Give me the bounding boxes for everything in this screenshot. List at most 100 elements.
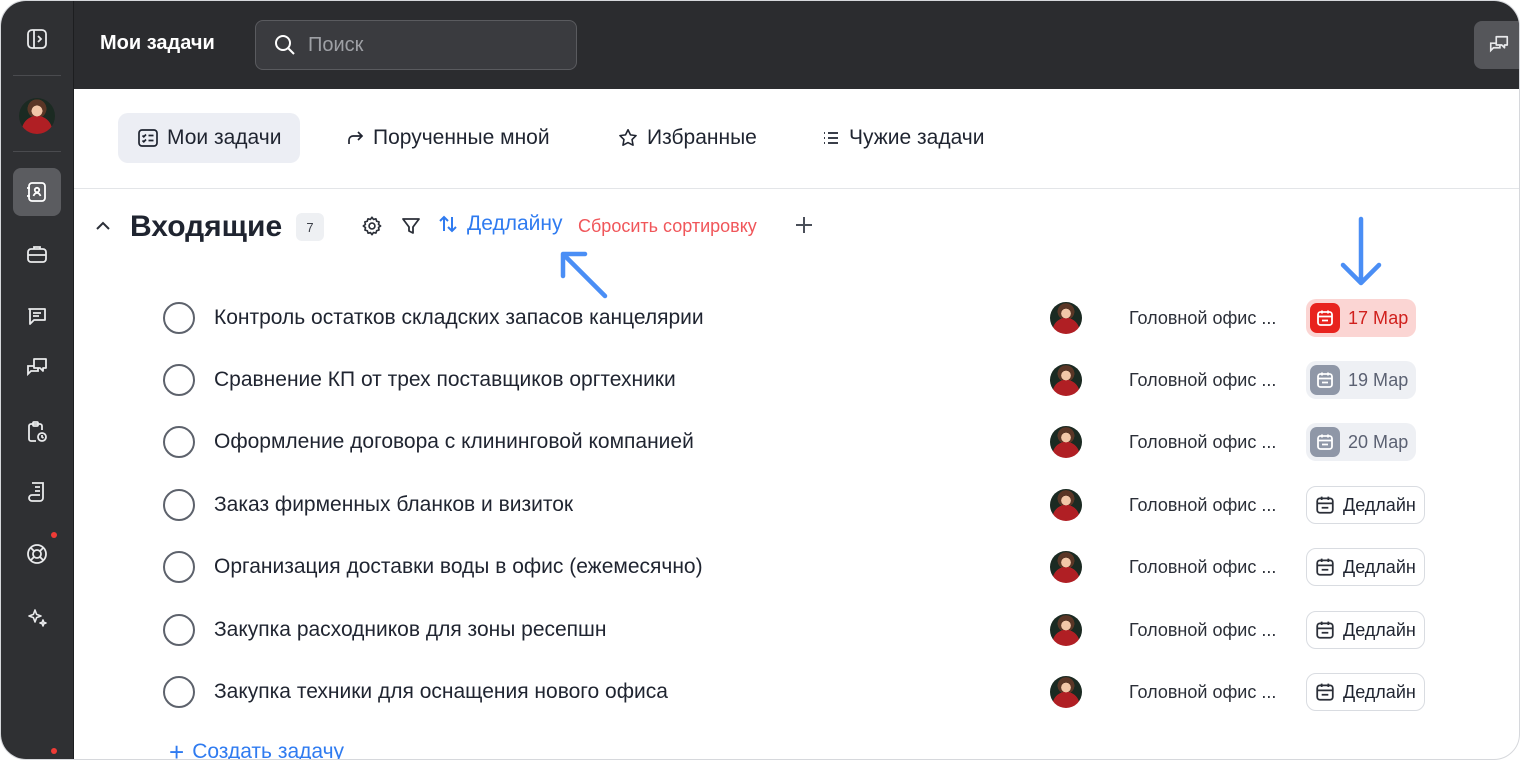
task-title[interactable]: Сравнение КП от трех поставщиков оргтехн… — [214, 368, 676, 392]
annotation-arrow-icon — [1340, 216, 1382, 286]
sidebar-toggle-icon[interactable] — [13, 15, 61, 63]
deadline-label: Дедлайн — [1343, 619, 1416, 640]
forward-arrow-icon — [348, 131, 364, 144]
task-row[interactable]: Закупка расходников для зоны ресепшн Гол… — [74, 600, 1519, 662]
task-title[interactable]: Закупка техники для оснащения нового офи… — [214, 680, 668, 704]
document-icon[interactable] — [13, 468, 61, 516]
top-bar: Мои задачи — [74, 1, 1519, 89]
calendar-icon — [1315, 495, 1335, 515]
clipboard-clock-icon[interactable] — [13, 408, 61, 456]
task-project[interactable]: Головной офис ... — [1129, 432, 1276, 453]
task-title[interactable]: Организация доставки воды в офис (ежемес… — [214, 555, 703, 579]
chat-window-icon[interactable] — [1474, 21, 1519, 69]
tab-others-tasks[interactable]: Чужие задачи — [802, 113, 1003, 163]
task-project[interactable]: Головной офис ... — [1129, 620, 1276, 641]
tab-my-tasks[interactable]: Мои задачи — [118, 113, 301, 163]
tab-label: Избранные — [647, 126, 757, 149]
calendar-icon — [1310, 365, 1340, 395]
deadline-chip[interactable]: Дедлайн — [1306, 611, 1425, 649]
task-row[interactable]: Закупка техники для оснащения нового офи… — [74, 662, 1519, 724]
tab-label: Чужие задачи — [849, 126, 985, 149]
deadline-label: 19 Мар — [1348, 369, 1409, 390]
briefcase-icon[interactable] — [13, 230, 61, 278]
task-row[interactable]: Оформление договора с клининговой компан… — [74, 412, 1519, 474]
task-count-badge: 7 — [296, 213, 324, 241]
complete-checkbox[interactable] — [163, 614, 195, 646]
tab-bar: Мои задачи Порученные мной Избранные Чуж… — [74, 89, 1519, 189]
tab-label: Порученные мной — [373, 126, 550, 149]
complete-checkbox[interactable] — [163, 489, 195, 521]
app-window: Мои задачи Мои задачи Порученные мной Из… — [0, 0, 1520, 760]
star-icon — [619, 128, 637, 146]
left-rail — [1, 1, 74, 759]
notification-dot — [51, 532, 57, 538]
task-title[interactable]: Контроль остатков складских запасов канц… — [214, 306, 704, 330]
complete-checkbox[interactable] — [163, 426, 195, 458]
complete-checkbox[interactable] — [163, 364, 195, 396]
sort-arrows-icon — [439, 215, 457, 233]
task-title[interactable]: Оформление договора с клининговой компан… — [214, 430, 694, 454]
tab-assigned-by-me[interactable]: Порученные мной — [326, 113, 569, 163]
tab-favorites[interactable]: Избранные — [598, 113, 776, 163]
task-project[interactable]: Головной офис ... — [1129, 682, 1276, 703]
complete-checkbox[interactable] — [163, 302, 195, 334]
create-task-label: Создать задачу — [192, 740, 345, 760]
reset-sort-link[interactable]: Сбросить сортировку — [578, 216, 757, 237]
deadline-chip[interactable]: Дедлайн — [1306, 486, 1425, 524]
tasks-icon — [138, 129, 158, 147]
complete-checkbox[interactable] — [163, 551, 195, 583]
chevron-up-icon[interactable] — [93, 216, 113, 236]
task-row[interactable]: Контроль остатков складских запасов канц… — [74, 288, 1519, 350]
task-row[interactable]: Организация доставки воды в офис (ежемес… — [74, 537, 1519, 599]
deadline-chip[interactable]: Дедлайн — [1306, 548, 1425, 586]
task-title[interactable]: Заказ фирменных бланков и визиток — [214, 493, 573, 517]
deadline-chip[interactable]: 17 Мар — [1306, 299, 1417, 337]
assignee-avatar[interactable] — [1050, 302, 1082, 334]
assignee-avatar[interactable] — [1050, 551, 1082, 583]
tasks-nav-icon[interactable] — [13, 168, 61, 216]
chat-icon[interactable] — [13, 292, 61, 340]
search-box[interactable] — [255, 20, 577, 70]
task-project[interactable]: Головной офис ... — [1129, 557, 1276, 578]
rail-divider — [13, 75, 61, 76]
plus-icon[interactable] — [793, 214, 815, 236]
task-row[interactable]: Сравнение КП от трех поставщиков оргтехн… — [74, 350, 1519, 412]
section-title: Входящие — [130, 210, 283, 243]
section-header: Входящие 7 Дедлайну Сбросить сортировку — [93, 206, 993, 250]
sort-label: Дедлайну — [467, 212, 563, 235]
deadline-chip[interactable]: Дедлайн — [1306, 673, 1425, 711]
user-avatar-button[interactable] — [13, 92, 61, 140]
create-task-button[interactable]: + Создать задачу — [169, 737, 345, 760]
assignee-avatar[interactable] — [1050, 676, 1082, 708]
deadline-label: Дедлайн — [1343, 494, 1416, 515]
task-project[interactable]: Головной офис ... — [1129, 370, 1276, 391]
sort-by-deadline-link[interactable]: Дедлайну — [437, 212, 562, 236]
list-icon — [824, 132, 838, 144]
deadline-chip[interactable]: 19 Мар — [1306, 361, 1417, 399]
search-input[interactable] — [308, 33, 548, 57]
deadline-label: 20 Мар — [1348, 431, 1409, 452]
messages-icon[interactable] — [13, 344, 61, 392]
deadline-label: Дедлайн — [1343, 556, 1416, 577]
calendar-icon — [1315, 620, 1335, 640]
assignee-avatar[interactable] — [1050, 614, 1082, 646]
calendar-icon — [1310, 427, 1340, 457]
assignee-avatar[interactable] — [1050, 489, 1082, 521]
plus-icon: + — [169, 737, 185, 760]
task-project[interactable]: Головной офис ... — [1129, 308, 1276, 329]
task-row[interactable]: Заказ фирменных бланков и визиток Головн… — [74, 475, 1519, 537]
assignee-avatar[interactable] — [1050, 426, 1082, 458]
complete-checkbox[interactable] — [163, 676, 195, 708]
gear-icon[interactable] — [361, 215, 383, 237]
calendar-icon — [1315, 557, 1335, 577]
avatar — [19, 98, 55, 134]
notification-dot — [51, 748, 57, 754]
tab-label: Мои задачи — [167, 126, 282, 149]
deadline-chip[interactable]: 20 Мар — [1306, 423, 1417, 461]
task-project[interactable]: Головной офис ... — [1129, 495, 1276, 516]
filter-icon[interactable] — [401, 215, 421, 237]
assignee-avatar[interactable] — [1050, 364, 1082, 396]
search-icon — [275, 35, 295, 55]
sparkles-ai-icon[interactable] — [13, 594, 61, 642]
task-title[interactable]: Закупка расходников для зоны ресепшн — [214, 618, 607, 642]
